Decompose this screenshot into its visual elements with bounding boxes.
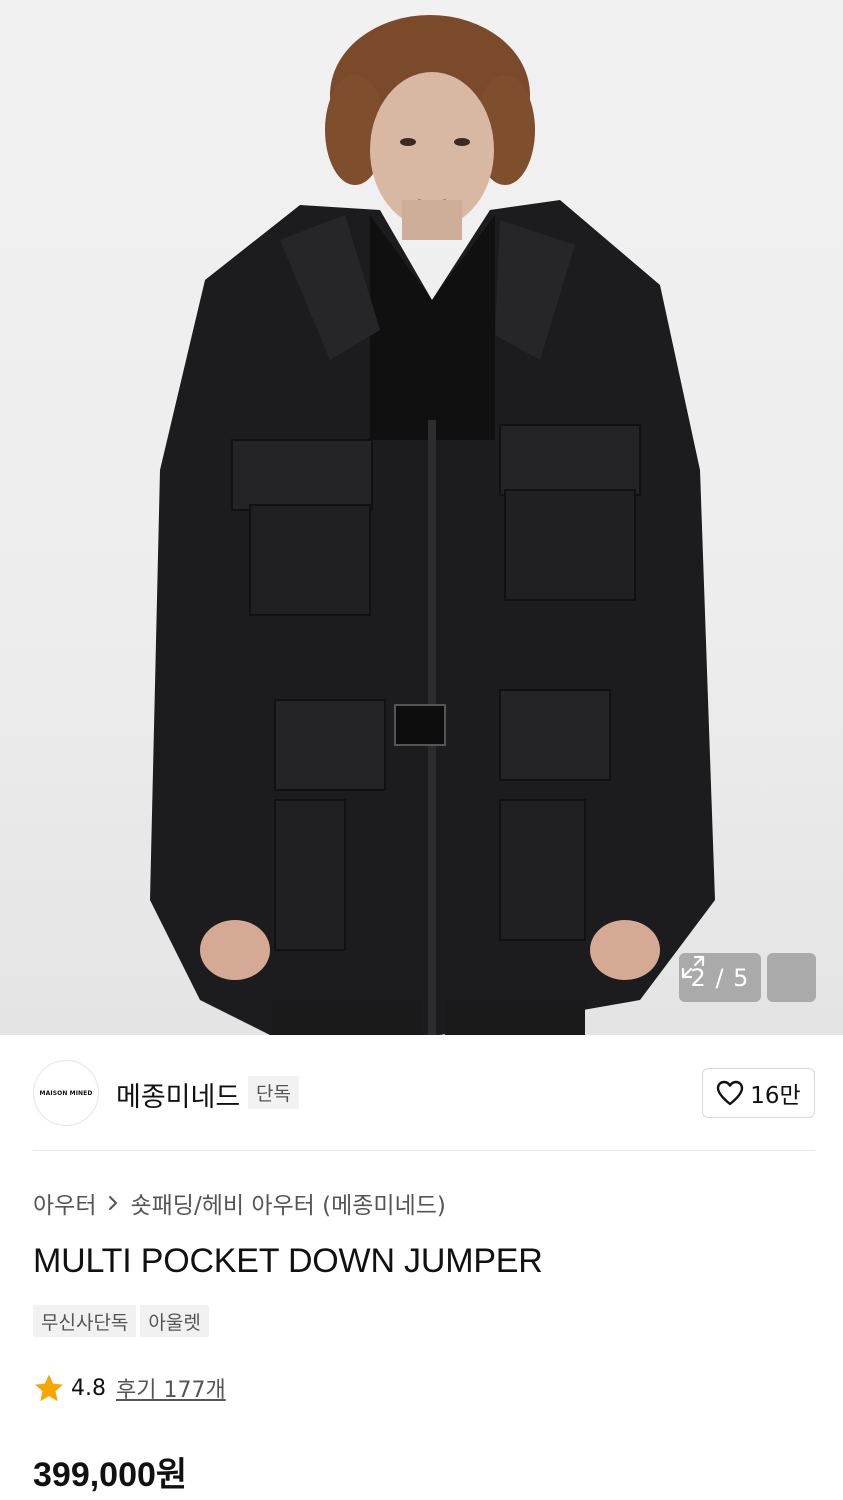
rating-row: 4.8 후기 177개 <box>33 1372 226 1404</box>
star-icon <box>35 1374 63 1401</box>
tag-outlet: 아울렛 <box>140 1305 209 1337</box>
reviews-link[interactable]: 후기 177개 <box>116 1372 226 1404</box>
breadcrumb-category[interactable]: 아우터 <box>33 1186 96 1220</box>
expand-button[interactable] <box>681 953 816 1002</box>
model-photo <box>150 15 715 1035</box>
price: 399,000원 <box>33 1456 188 1494</box>
brand-logo-text: MAISON MINED <box>39 1089 93 1097</box>
heart-icon <box>717 1080 744 1106</box>
tag-musinsa-exclusive: 무신사단독 <box>33 1305 137 1337</box>
chevron-right-icon <box>109 1196 118 1210</box>
brand-logo[interactable]: MAISON MINED <box>33 1060 99 1126</box>
exclusive-badge: 단독 <box>248 1076 299 1109</box>
brand-row: MAISON MINED 메종미네드 단독 16만 <box>0 1035 843 1151</box>
product-title: MULTI POCKET DOWN JUMPER <box>33 1242 543 1280</box>
breadcrumb-subcategory[interactable]: 숏패딩/헤비 아우터 (메종미네드) <box>130 1186 445 1220</box>
brand-name[interactable]: 메종미네드 <box>116 1075 240 1114</box>
breadcrumb: 아우터 숏패딩/헤비 아우터 (메종미네드) <box>33 1186 446 1220</box>
like-button[interactable]: 16만 <box>702 1068 815 1118</box>
divider <box>33 1150 815 1151</box>
like-count: 16만 <box>750 1083 801 1109</box>
product-image[interactable]: 2 / 5 <box>0 0 843 1035</box>
product-tags: 무신사단독 아울렛 <box>33 1305 209 1337</box>
rating-value: 4.8 <box>71 1375 106 1401</box>
expand-icon <box>681 955 705 979</box>
